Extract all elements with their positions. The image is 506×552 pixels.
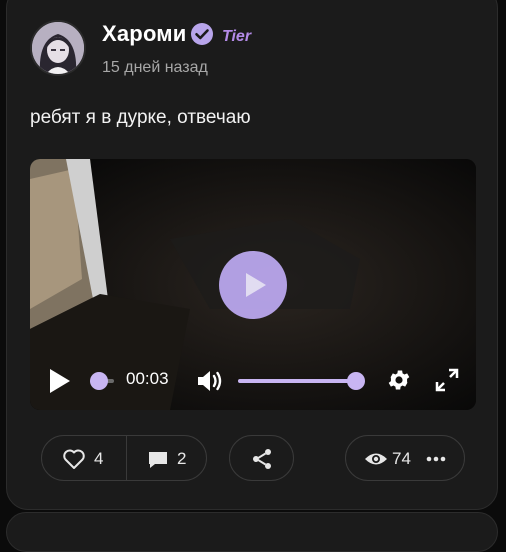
avatar[interactable]: [30, 20, 86, 76]
video-controls: 00:03: [30, 357, 476, 405]
comment-icon: [149, 452, 167, 468]
eye-icon: [365, 453, 387, 465]
post-text: ребят я в дурке, отвечаю: [30, 107, 251, 128]
more-options-icon[interactable]: [426, 456, 446, 462]
fullscreen-icon[interactable]: [434, 367, 460, 393]
share-button[interactable]: [229, 435, 294, 481]
next-post-card: [6, 512, 498, 552]
play-overlay-button[interactable]: [219, 251, 287, 319]
current-time: 00:03: [126, 369, 169, 388]
volume-slider[interactable]: [236, 369, 370, 393]
like-count: 4: [94, 449, 104, 468]
share-icon: [253, 449, 271, 469]
settings-gear-icon[interactable]: [386, 367, 412, 393]
video-player[interactable]: 00:03: [30, 159, 476, 410]
view-count: 74: [392, 449, 411, 468]
post-date: 15 дней назад: [102, 59, 208, 76]
verified-badge-icon: [191, 23, 213, 45]
heart-icon: [63, 449, 85, 469]
play-icon: [246, 273, 266, 297]
comment-button[interactable]: 2: [127, 436, 207, 480]
volume-icon[interactable]: [196, 368, 224, 394]
avatar-image: [32, 22, 84, 74]
reactions-pill: 4 2: [41, 435, 207, 481]
author-name[interactable]: Хароми: [102, 21, 187, 47]
play-icon[interactable]: [48, 368, 72, 394]
views-pill[interactable]: 74: [345, 435, 465, 481]
comment-count: 2: [177, 449, 187, 468]
tier-badge-label: Tier: [222, 28, 252, 45]
like-button[interactable]: 4: [42, 436, 126, 480]
post-actions: 4 2 74: [0, 435, 506, 483]
progress-slider[interactable]: [88, 371, 116, 391]
tier-badge-icon: Tier: [222, 28, 252, 45]
